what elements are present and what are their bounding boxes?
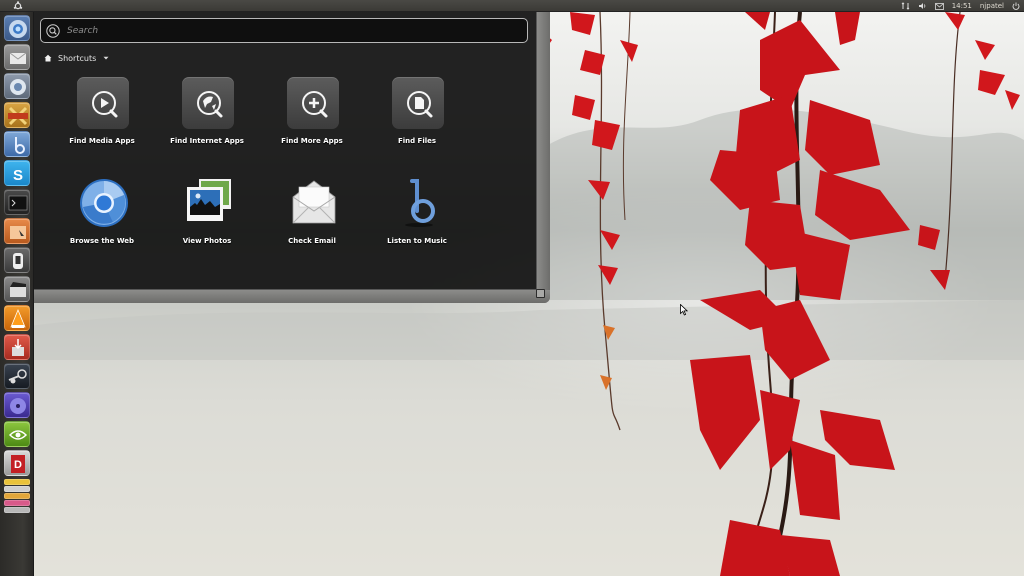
find-media-apps-icon <box>92 91 118 118</box>
launcher-item-chromium[interactable] <box>4 15 30 41</box>
shortcut-label: Find More Apps <box>281 137 343 145</box>
shortcut-label: Find Internet Apps <box>170 137 244 145</box>
launcher-item-steam[interactable] <box>4 363 30 389</box>
terminal-icon <box>8 195 28 211</box>
mail-client-icon <box>9 52 27 64</box>
clock[interactable]: 14:51 <box>952 0 972 12</box>
file-manager-icon <box>10 226 26 239</box>
launcher-item-nvidia[interactable] <box>4 421 30 447</box>
launcher-item-skype[interactable]: S <box>4 160 30 186</box>
vlc-icon <box>10 308 26 328</box>
launcher-item-files[interactable] <box>4 218 30 244</box>
shortcuts-section-header[interactable]: Shortcuts <box>44 52 110 64</box>
shortcut-view-photos[interactable]: View Photos <box>157 177 257 263</box>
ubuntu-logo-icon[interactable] <box>12 1 23 11</box>
search-icon <box>46 24 60 38</box>
banshee-music-icon <box>405 179 435 227</box>
volume-icon[interactable] <box>918 0 927 12</box>
launcher-item-vlc[interactable] <box>4 305 30 331</box>
archive-manager-icon <box>12 339 24 356</box>
dash-frame-bottom <box>34 290 550 303</box>
launcher-item-terminal[interactable] <box>4 189 30 215</box>
launcher-stack-item[interactable] <box>4 486 30 492</box>
shortcut-browse-the-web[interactable]: Browse the Web <box>52 177 152 263</box>
launcher-item-cmix[interactable] <box>4 102 30 128</box>
shortcut-listen-to-music[interactable]: Listen to Music <box>367 177 467 263</box>
mail-icon[interactable] <box>934 0 944 12</box>
launcher-item-network[interactable] <box>4 73 30 99</box>
network-app-icon <box>10 79 26 95</box>
find-files-icon <box>407 91 433 118</box>
indicator-area: 14:51 njpatel <box>901 0 1020 12</box>
launcher-item-mail[interactable] <box>4 44 30 70</box>
shortcut-find-media-apps[interactable]: Find Media Apps <box>52 77 152 163</box>
find-internet-apps-icon <box>197 91 223 118</box>
nvidia-icon <box>8 430 28 440</box>
launcher-item-dictionary[interactable]: D <box>4 450 30 476</box>
chromium-browser-icon <box>9 20 27 38</box>
svg-text:S: S <box>13 167 23 184</box>
dictionary-icon: D <box>11 455 25 473</box>
skype-icon: S <box>13 167 23 184</box>
launcher: S D <box>0 12 34 576</box>
banshee-icon <box>15 137 25 154</box>
launcher-stack-item[interactable] <box>4 500 30 506</box>
photo-viewer-icon <box>187 179 231 221</box>
top-panel: 14:51 njpatel <box>0 0 1024 12</box>
network-icon[interactable] <box>901 0 910 12</box>
shortcut-check-email[interactable]: Check Email <box>262 177 362 263</box>
steam-icon <box>8 369 27 384</box>
launcher-item-archive[interactable] <box>4 334 30 360</box>
find-more-apps-icon <box>302 91 328 118</box>
usb-creator-icon <box>13 253 23 269</box>
launcher-item-video-editor[interactable] <box>4 276 30 302</box>
shortcut-label: View Photos <box>182 237 232 245</box>
svg-text:D: D <box>14 459 22 471</box>
shortcut-label: Check Email <box>288 237 336 245</box>
launcher-item-banshee[interactable] <box>4 131 30 157</box>
shortcut-label: Listen to Music <box>387 237 447 245</box>
dash-overlay: Shortcuts Find Media Apps Find Internet … <box>34 12 537 290</box>
shortcut-find-files[interactable]: Find Files <box>367 77 467 163</box>
user-name[interactable]: njpatel <box>980 0 1004 12</box>
shortcut-label: Browse the Web <box>69 237 135 245</box>
launcher-stack-item[interactable] <box>4 479 30 485</box>
video-editor-icon <box>10 282 26 297</box>
chromium-icon <box>80 179 128 227</box>
shortcut-label: Find Media Apps <box>69 137 135 145</box>
media-player-icon <box>10 398 26 414</box>
home-icon <box>44 54 52 62</box>
launcher-item-usb-creator[interactable] <box>4 247 30 273</box>
power-icon[interactable] <box>1012 0 1020 12</box>
launcher-stack-item[interactable] <box>4 507 30 513</box>
launcher-stack-item[interactable] <box>4 493 30 499</box>
chevron-down-icon[interactable] <box>102 54 110 62</box>
search-box[interactable] <box>40 18 528 43</box>
search-input[interactable] <box>67 22 517 40</box>
email-envelope-icon <box>292 180 336 224</box>
dash-frame-right <box>537 12 550 303</box>
launcher-item-media-player[interactable] <box>4 392 30 418</box>
shortcuts-label: Shortcuts <box>58 53 97 63</box>
shortcut-find-more-apps[interactable]: Find More Apps <box>262 77 362 163</box>
shortcut-find-internet-apps[interactable]: Find Internet Apps <box>157 77 257 163</box>
dash-resize-grip[interactable] <box>536 289 545 298</box>
cmix-icon <box>8 106 28 126</box>
mouse-cursor-icon <box>680 304 688 316</box>
shortcut-label: Find Files <box>397 137 437 145</box>
